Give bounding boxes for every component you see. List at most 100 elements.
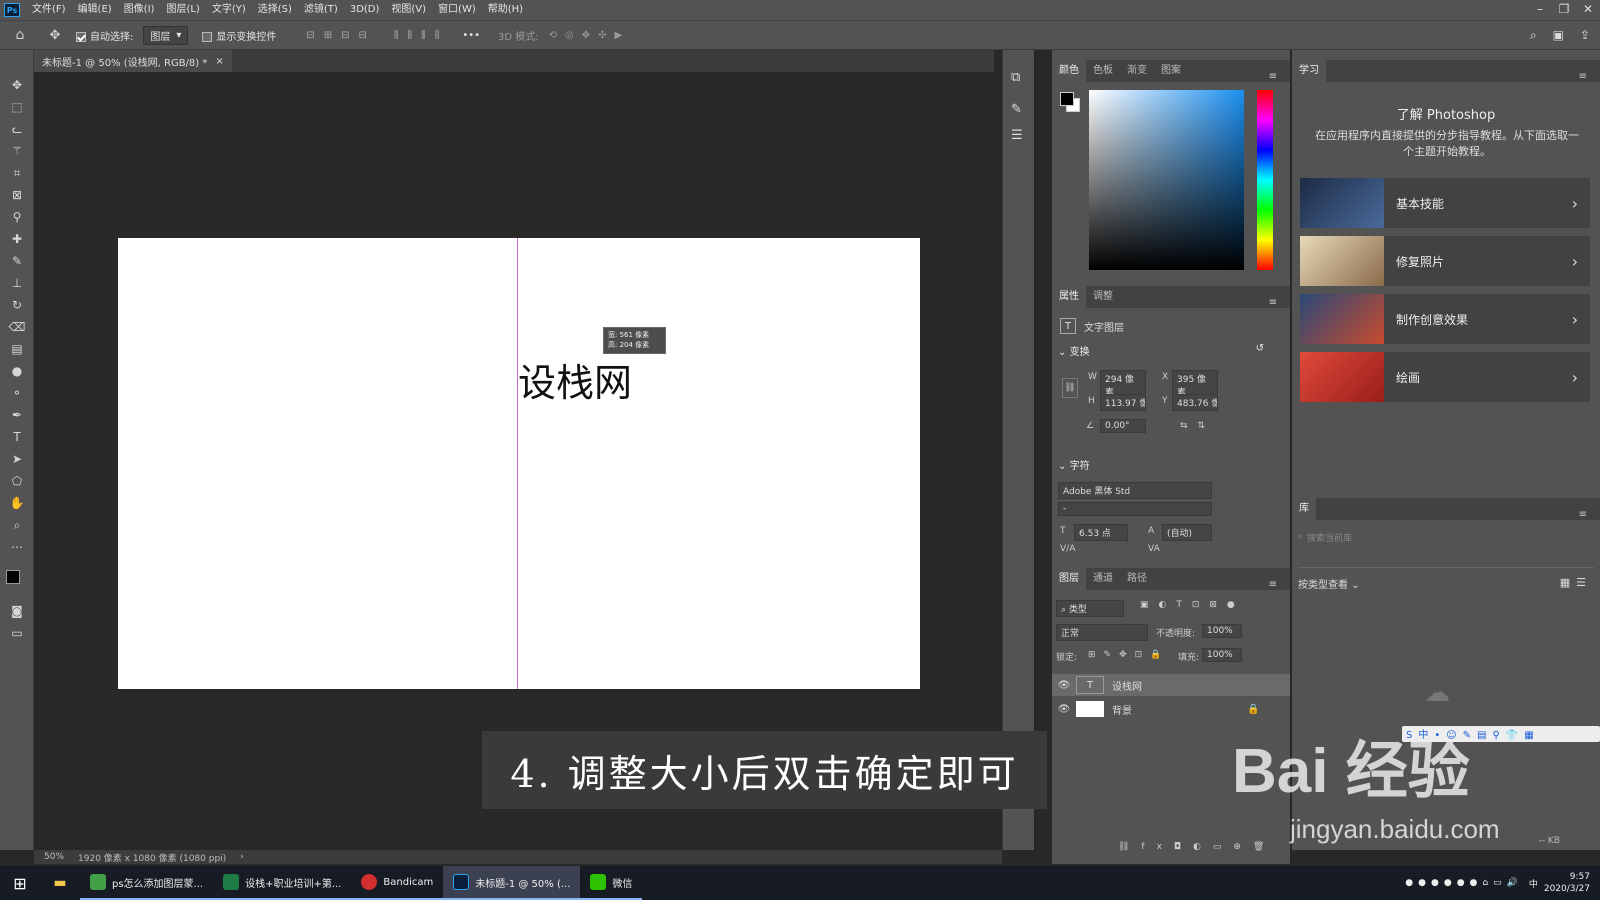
document-canvas[interactable]: [118, 238, 920, 689]
history-brush-icon[interactable]: ↻: [7, 296, 27, 314]
tab-layers[interactable]: 图层: [1052, 568, 1086, 590]
clock[interactable]: 9:57 2020/3/27: [1544, 871, 1590, 895]
tab-learn[interactable]: 学习: [1292, 60, 1326, 82]
hand-icon[interactable]: ✋: [7, 494, 27, 512]
document-tab[interactable]: 未标题-1 @ 50% (设栈网, RGB/8) * ×: [34, 50, 232, 72]
distribute-icons[interactable]: ⫼⫼⫼⫼: [394, 30, 448, 41]
marquee-icon[interactable]: ⬚: [7, 98, 27, 116]
magic-wand-icon[interactable]: ⚚: [7, 142, 27, 160]
show-transform-group[interactable]: 显示变换控件: [202, 28, 276, 43]
fill-input[interactable]: 100%: [1202, 648, 1242, 662]
tab-paths[interactable]: 路径: [1120, 568, 1154, 590]
link-dimensions-icon[interactable]: ⛓: [1062, 378, 1078, 398]
menu-file[interactable]: 文件(F): [26, 0, 72, 20]
foreground-color-swatch[interactable]: [6, 570, 20, 584]
angle-input[interactable]: 0.00°: [1100, 419, 1146, 433]
crop-icon[interactable]: ⌗: [7, 164, 27, 182]
menu-image[interactable]: 图像(I): [118, 0, 161, 20]
hue-slider[interactable]: [1257, 90, 1273, 270]
menu-help[interactable]: 帮助(H): [482, 0, 529, 20]
stamp-icon[interactable]: ⊥: [7, 274, 27, 292]
restore-icon[interactable]: ❐: [1552, 0, 1576, 20]
font-size-input[interactable]: 6.53 点: [1074, 524, 1128, 541]
brush-settings-icon[interactable]: ✎: [1011, 102, 1022, 117]
align-icons[interactable]: ⊟⊞⊟⊟: [306, 30, 376, 41]
layer-name[interactable]: 设栈网: [1112, 678, 1142, 693]
search-icon[interactable]: ⌕: [1530, 28, 1537, 43]
path-select-icon[interactable]: ➤: [7, 450, 27, 468]
panel-menu-icon[interactable]: ≡: [1262, 574, 1284, 596]
blur-icon[interactable]: ●: [7, 362, 27, 380]
menu-layer[interactable]: 图层(L): [160, 0, 205, 20]
menu-window[interactable]: 窗口(W): [432, 0, 482, 20]
opacity-input[interactable]: 100%: [1202, 624, 1242, 638]
tab-color[interactable]: 颜色: [1052, 60, 1086, 82]
lock-icons[interactable]: ⊞✎✥⊡🔒: [1088, 650, 1169, 660]
learn-card[interactable]: 制作创意效果 ›: [1300, 294, 1590, 344]
file-explorer-icon[interactable]: ▬: [40, 875, 80, 891]
taskbar-item[interactable]: 设栈+职业培训+第...: [213, 866, 352, 900]
taskbar-item[interactable]: ps怎么添加图层蒙...: [80, 866, 214, 900]
layer-filter-icons[interactable]: ▣◐T⊡⊠●: [1140, 600, 1245, 610]
ime-indicator[interactable]: 中: [1529, 877, 1538, 890]
brush-icon[interactable]: ✎: [7, 252, 27, 270]
3d-mode-icons[interactable]: ⟲◎✥✣▶: [549, 30, 631, 41]
minimize-icon[interactable]: –: [1528, 0, 1552, 20]
canvas-text-layer[interactable]: 设栈网: [518, 352, 632, 407]
zoom-icon[interactable]: ⌕: [7, 516, 27, 534]
color-field[interactable]: [1089, 90, 1244, 270]
close-icon[interactable]: ✕: [1576, 0, 1600, 20]
flip-icons[interactable]: ⇆⇅: [1180, 421, 1215, 431]
gradient-icon[interactable]: ▤: [7, 340, 27, 358]
view-toggle-icons[interactable]: ▦☰: [1560, 576, 1592, 589]
reset-icon[interactable]: ↺: [1256, 343, 1264, 354]
auto-select-dropdown[interactable]: 图层 ▾: [143, 25, 189, 45]
view-by-type[interactable]: 按类型查看 ⌄: [1298, 576, 1360, 591]
workspace-icon[interactable]: ▣: [1553, 28, 1564, 43]
learn-card[interactable]: 基本技能 ›: [1300, 178, 1590, 228]
pen-icon[interactable]: ✒: [7, 406, 27, 424]
auto-select-checkbox[interactable]: [76, 31, 86, 42]
menu-edit[interactable]: 编辑(E): [72, 0, 118, 20]
tab-channels[interactable]: 通道: [1086, 568, 1120, 590]
quick-mask-icon[interactable]: ◙: [7, 602, 27, 620]
photoshop-logo[interactable]: Ps: [4, 3, 20, 17]
history-icon[interactable]: ⧉: [1011, 70, 1020, 85]
more-options-icon[interactable]: •••: [462, 30, 480, 41]
lasso-icon[interactable]: ᓚ: [7, 120, 27, 138]
blend-mode-select[interactable]: 正常: [1056, 624, 1148, 641]
fg-swatch[interactable]: [1060, 92, 1074, 106]
library-select[interactable]: [1298, 552, 1594, 568]
layer-name[interactable]: 背景: [1112, 702, 1132, 717]
character-section[interactable]: ⌄ 字符: [1058, 457, 1090, 472]
tab-properties[interactable]: 属性: [1052, 286, 1086, 308]
tab-gradients[interactable]: 渐变: [1120, 60, 1154, 82]
y-input[interactable]: 483.76 像素: [1172, 394, 1218, 411]
move-icon[interactable]: ✥: [7, 76, 27, 94]
learn-card[interactable]: 修复照片 ›: [1300, 236, 1590, 286]
font-family-select[interactable]: Adobe 黑体 Std: [1058, 482, 1212, 499]
layer-row[interactable]: 👁 T 设栈网: [1052, 674, 1290, 696]
tab-swatches[interactable]: 色板: [1086, 60, 1120, 82]
taskbar-item[interactable]: Bandicam: [351, 866, 444, 900]
visibility-eye-icon[interactable]: 👁: [1052, 680, 1076, 691]
menu-select[interactable]: 选择(S): [252, 0, 298, 20]
font-style-select[interactable]: -: [1058, 502, 1212, 516]
more-tools-icon[interactable]: ⋯: [7, 538, 27, 556]
height-input[interactable]: 113.97 像素: [1100, 394, 1146, 411]
layer-filter-select[interactable]: ⌕ 类型: [1056, 600, 1124, 617]
leading-input[interactable]: (自动): [1162, 524, 1212, 541]
ime-toolbar[interactable]: S中•☺✎▤⚲👕▦: [1402, 726, 1600, 742]
menu-view[interactable]: 视图(V): [385, 0, 432, 20]
shape-icon[interactable]: ⬠: [7, 472, 27, 490]
layer-row[interactable]: 👁 背景 🔒: [1052, 698, 1290, 720]
eraser-icon[interactable]: ⌫: [7, 318, 27, 336]
close-tab-icon[interactable]: ×: [215, 56, 223, 67]
panel-menu-icon[interactable]: ≡: [1572, 66, 1594, 88]
auto-select-group[interactable]: 自动选择:: [76, 28, 133, 43]
tab-adjustments[interactable]: 调整: [1086, 286, 1120, 308]
panel-menu-icon[interactable]: ≡: [1262, 66, 1284, 88]
panel-menu-icon[interactable]: ≡: [1572, 504, 1594, 526]
show-transform-checkbox[interactable]: [202, 31, 213, 42]
adjustments-icon[interactable]: ☰: [1011, 128, 1023, 143]
